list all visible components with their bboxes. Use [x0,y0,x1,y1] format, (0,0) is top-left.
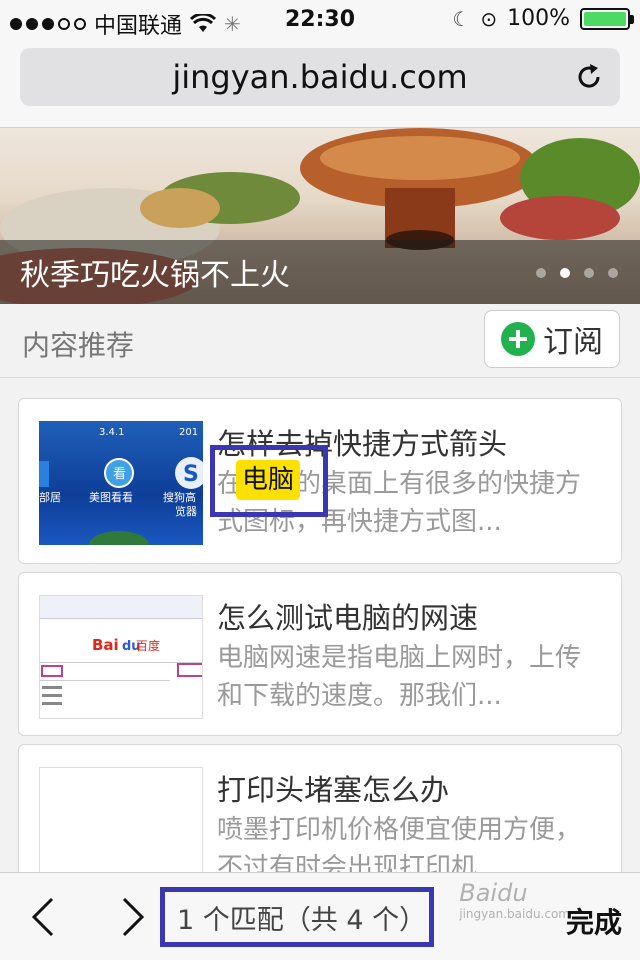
carousel-pager[interactable] [536,268,618,278]
next-match-button[interactable] [118,895,148,939]
annotation-box [210,445,328,517]
subscribe-button[interactable]: 订阅 [484,310,620,368]
address-bar[interactable]: jingyan.baidu.com [20,48,620,106]
thumb-version: 3.4.1 [99,427,124,438]
article-thumbnail: 3.4.1 201 看 S 美图看看 搜狗高 部居 览器 [39,421,203,545]
banner-caption: 秋季巧吃火锅不上火 [0,240,640,304]
reload-icon[interactable] [574,62,604,92]
article-summary: 喷墨打印机价格便宜使用方便，不过有时会出现打印机... [217,815,582,875]
watermark-sub: jingyan.baidu.com [459,907,570,921]
article-thumbnail: Bai du 百度 [39,595,203,719]
plus-icon [501,322,535,356]
thumb-label-meitu: 美图看看 [89,490,133,504]
banner-title: 秋季巧吃火锅不上火 [20,258,290,293]
pager-dot[interactable] [536,268,546,278]
article-card[interactable]: Bai du 百度 怎么测试电脑的网速 电脑网速是指电脑上网时，上传和下载的速度… [18,572,622,736]
section-header: 内容推荐 订阅 [0,304,640,378]
browser-screenshot: Bai du 百度 [40,596,202,705]
status-right: ☾ ⊙ 100% [452,6,634,31]
battery-percent: 100% [507,6,570,31]
article-title[interactable]: 怎么测试电脑的网速 [217,595,478,637]
thumb-logo-bai: Bai [92,636,119,654]
svg-text:看: 看 [113,466,126,482]
url-text: jingyan.baidu.com [172,58,468,96]
find-toolbar: 1 个匹配（共 4 个） Baidu jingyan.baidu.com 完成 [0,872,640,960]
article-summary: 电脑网速是指电脑上网时，上传和下载的速度。那我们... [217,643,582,711]
thumb-label-browser: 览器 [175,504,197,518]
pager-dot[interactable] [584,268,594,278]
status-bar: 中国联通 ✳ 22:30 ☾ ⊙ 100% [0,0,640,40]
thumb-label-sogou: 搜狗高 [163,490,196,504]
match-count: 1 个匹配（共 4 个） [160,887,434,947]
desktop-screenshot: 3.4.1 201 看 S 美图看看 搜狗高 部居 览器 [39,427,203,545]
thumb-year: 201 [179,427,198,438]
pager-dot-active[interactable] [560,268,570,278]
article-card[interactable]: 打印头堵塞怎么办 喷墨打印机价格便宜使用方便，不过有时会出现打印机... [18,744,622,891]
previous-match-button[interactable] [28,895,58,939]
orientation-lock-icon: ⊙ [480,6,498,31]
svg-text:S: S [183,462,199,487]
banner-carousel[interactable]: 秋季巧吃火锅不上火 [0,128,640,304]
watermark-text: Baidu [459,879,528,907]
thumb-label-left: 部居 [39,490,61,504]
section-title: 内容推荐 [22,329,135,362]
subscribe-label: 订阅 [543,325,603,360]
article-title[interactable]: 打印头堵塞怎么办 [217,767,449,809]
done-button[interactable]: 完成 [566,901,622,941]
battery-icon [580,7,634,30]
browser-toolbar: jingyan.baidu.com [0,40,640,128]
moon-icon: ☾ [452,6,471,31]
match-count-label: 1 个匹配（共 4 个） [177,904,427,936]
thumb-logo-cn: 百度 [136,638,160,653]
watermark: Baidu jingyan.baidu.com [459,879,570,921]
pager-dot[interactable] [608,268,618,278]
